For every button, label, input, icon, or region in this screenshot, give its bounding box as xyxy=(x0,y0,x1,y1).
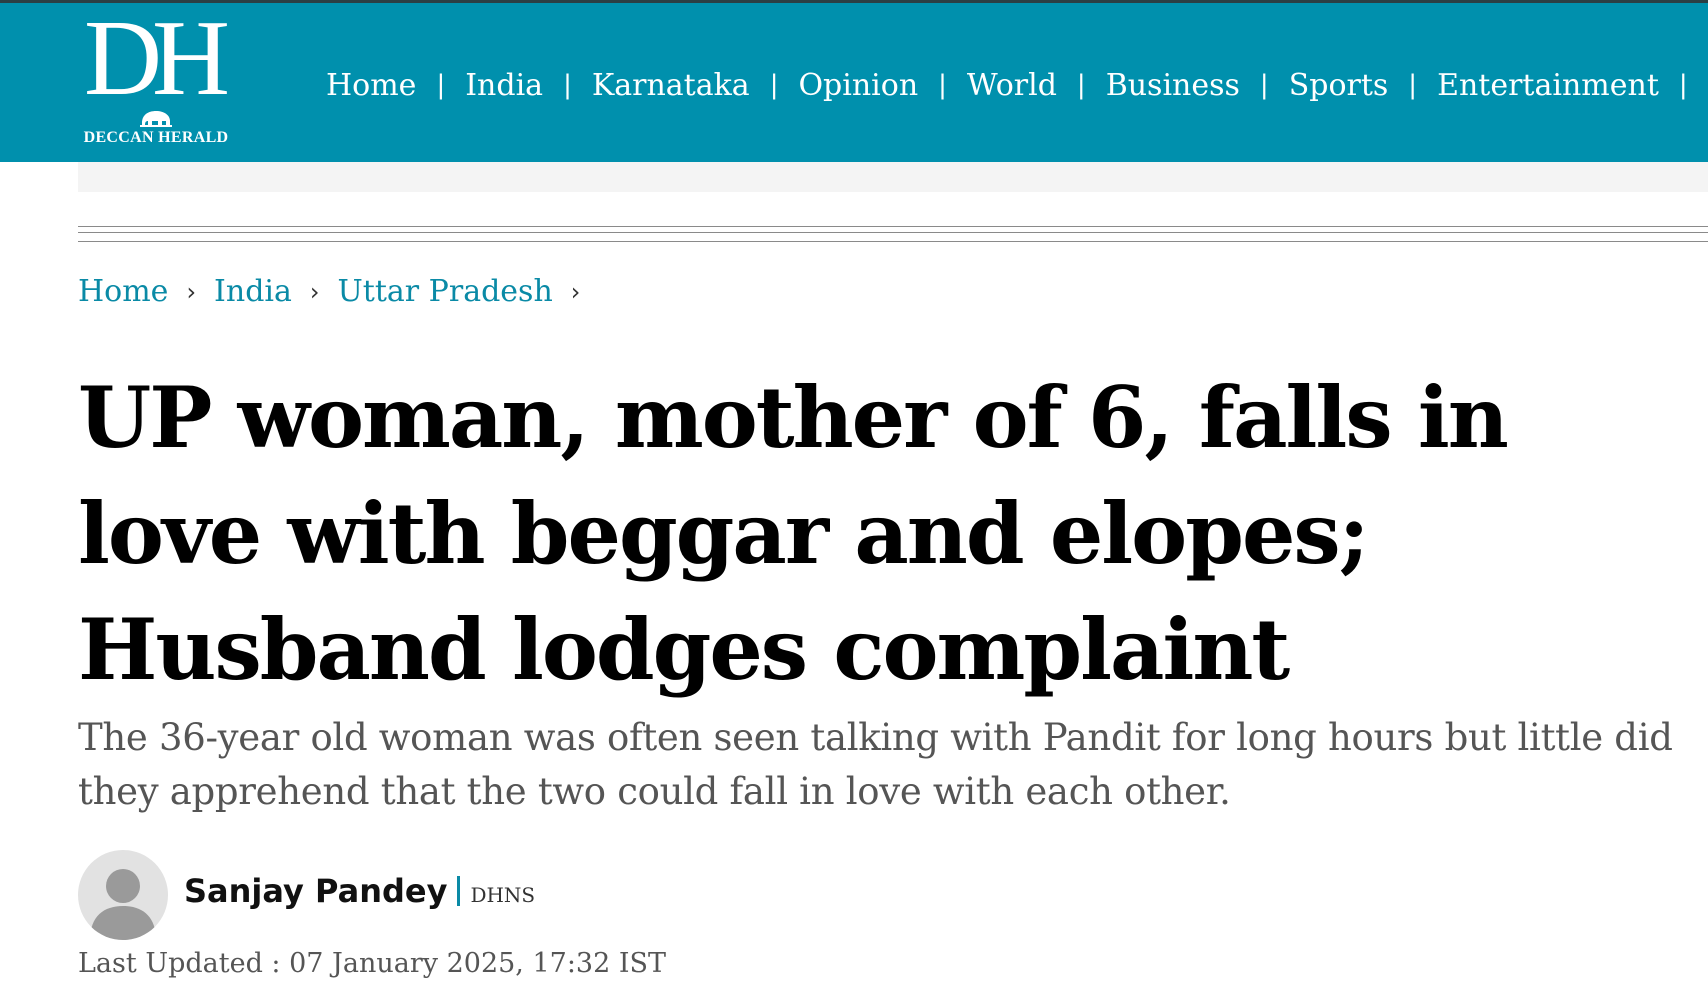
nav-separator: | xyxy=(1408,70,1418,100)
divider-rule-middle xyxy=(78,232,1708,233)
nav-item-world[interactable]: World xyxy=(967,68,1057,103)
byline-divider xyxy=(457,876,461,906)
breadcrumb-home[interactable]: Home xyxy=(78,274,168,309)
nav-item-business[interactable]: Business xyxy=(1106,68,1240,103)
author-source: DHNS xyxy=(470,883,536,907)
divider-rule-bottom xyxy=(78,241,1708,242)
nav-item-entertainment[interactable]: Entertainment xyxy=(1437,68,1659,103)
site-header: DH DECCAN HERALD Home | India | Karnatak… xyxy=(0,0,1708,162)
nav-item-sports[interactable]: Sports xyxy=(1289,68,1389,103)
author-avatar[interactable] xyxy=(78,850,168,940)
nav-separator: | xyxy=(563,70,572,100)
nav-item-india[interactable]: India xyxy=(465,68,543,103)
nav-separator: | xyxy=(938,70,947,100)
nav-separator: | xyxy=(1076,70,1086,100)
main-nav: Home | India | Karnataka | Opinion | Wor… xyxy=(326,65,1708,105)
nav-item-karnataka[interactable]: Karnataka xyxy=(592,68,750,103)
user-silhouette-icon xyxy=(90,869,156,940)
chevron-right-icon: › xyxy=(309,277,320,306)
nav-separator: | xyxy=(1678,70,1688,100)
divider-rule-top xyxy=(78,226,1708,227)
ad-strip xyxy=(78,162,1708,192)
logo-text: DECCAN HERALD xyxy=(83,129,229,146)
nav-separator: | xyxy=(436,70,446,100)
byline: Sanjay Pandey DHNS xyxy=(184,872,535,910)
article-summary: The 36-year old woman was often seen tal… xyxy=(78,716,1673,813)
last-updated: Last Updated : 07 January 2025, 17:32 IS… xyxy=(78,948,667,979)
nav-separator: | xyxy=(769,70,779,100)
breadcrumb-india[interactable]: India xyxy=(214,274,292,309)
chevron-right-icon: › xyxy=(570,277,581,306)
breadcrumb: Home › India › Uttar Pradesh › xyxy=(78,274,598,309)
deccan-herald-logo[interactable]: DH DECCAN HERALD xyxy=(78,5,234,153)
author-name[interactable]: Sanjay Pandey xyxy=(184,872,447,910)
nav-separator: | xyxy=(1259,70,1269,100)
logo-mark: DH xyxy=(84,0,230,118)
breadcrumb-uttar-pradesh[interactable]: Uttar Pradesh xyxy=(338,274,553,309)
chevron-right-icon: › xyxy=(186,277,197,306)
article-headline: UP woman, mother of 6, falls in love wit… xyxy=(78,368,1509,699)
nav-item-home[interactable]: Home xyxy=(326,68,416,103)
nav-item-opinion[interactable]: Opinion xyxy=(798,68,918,103)
